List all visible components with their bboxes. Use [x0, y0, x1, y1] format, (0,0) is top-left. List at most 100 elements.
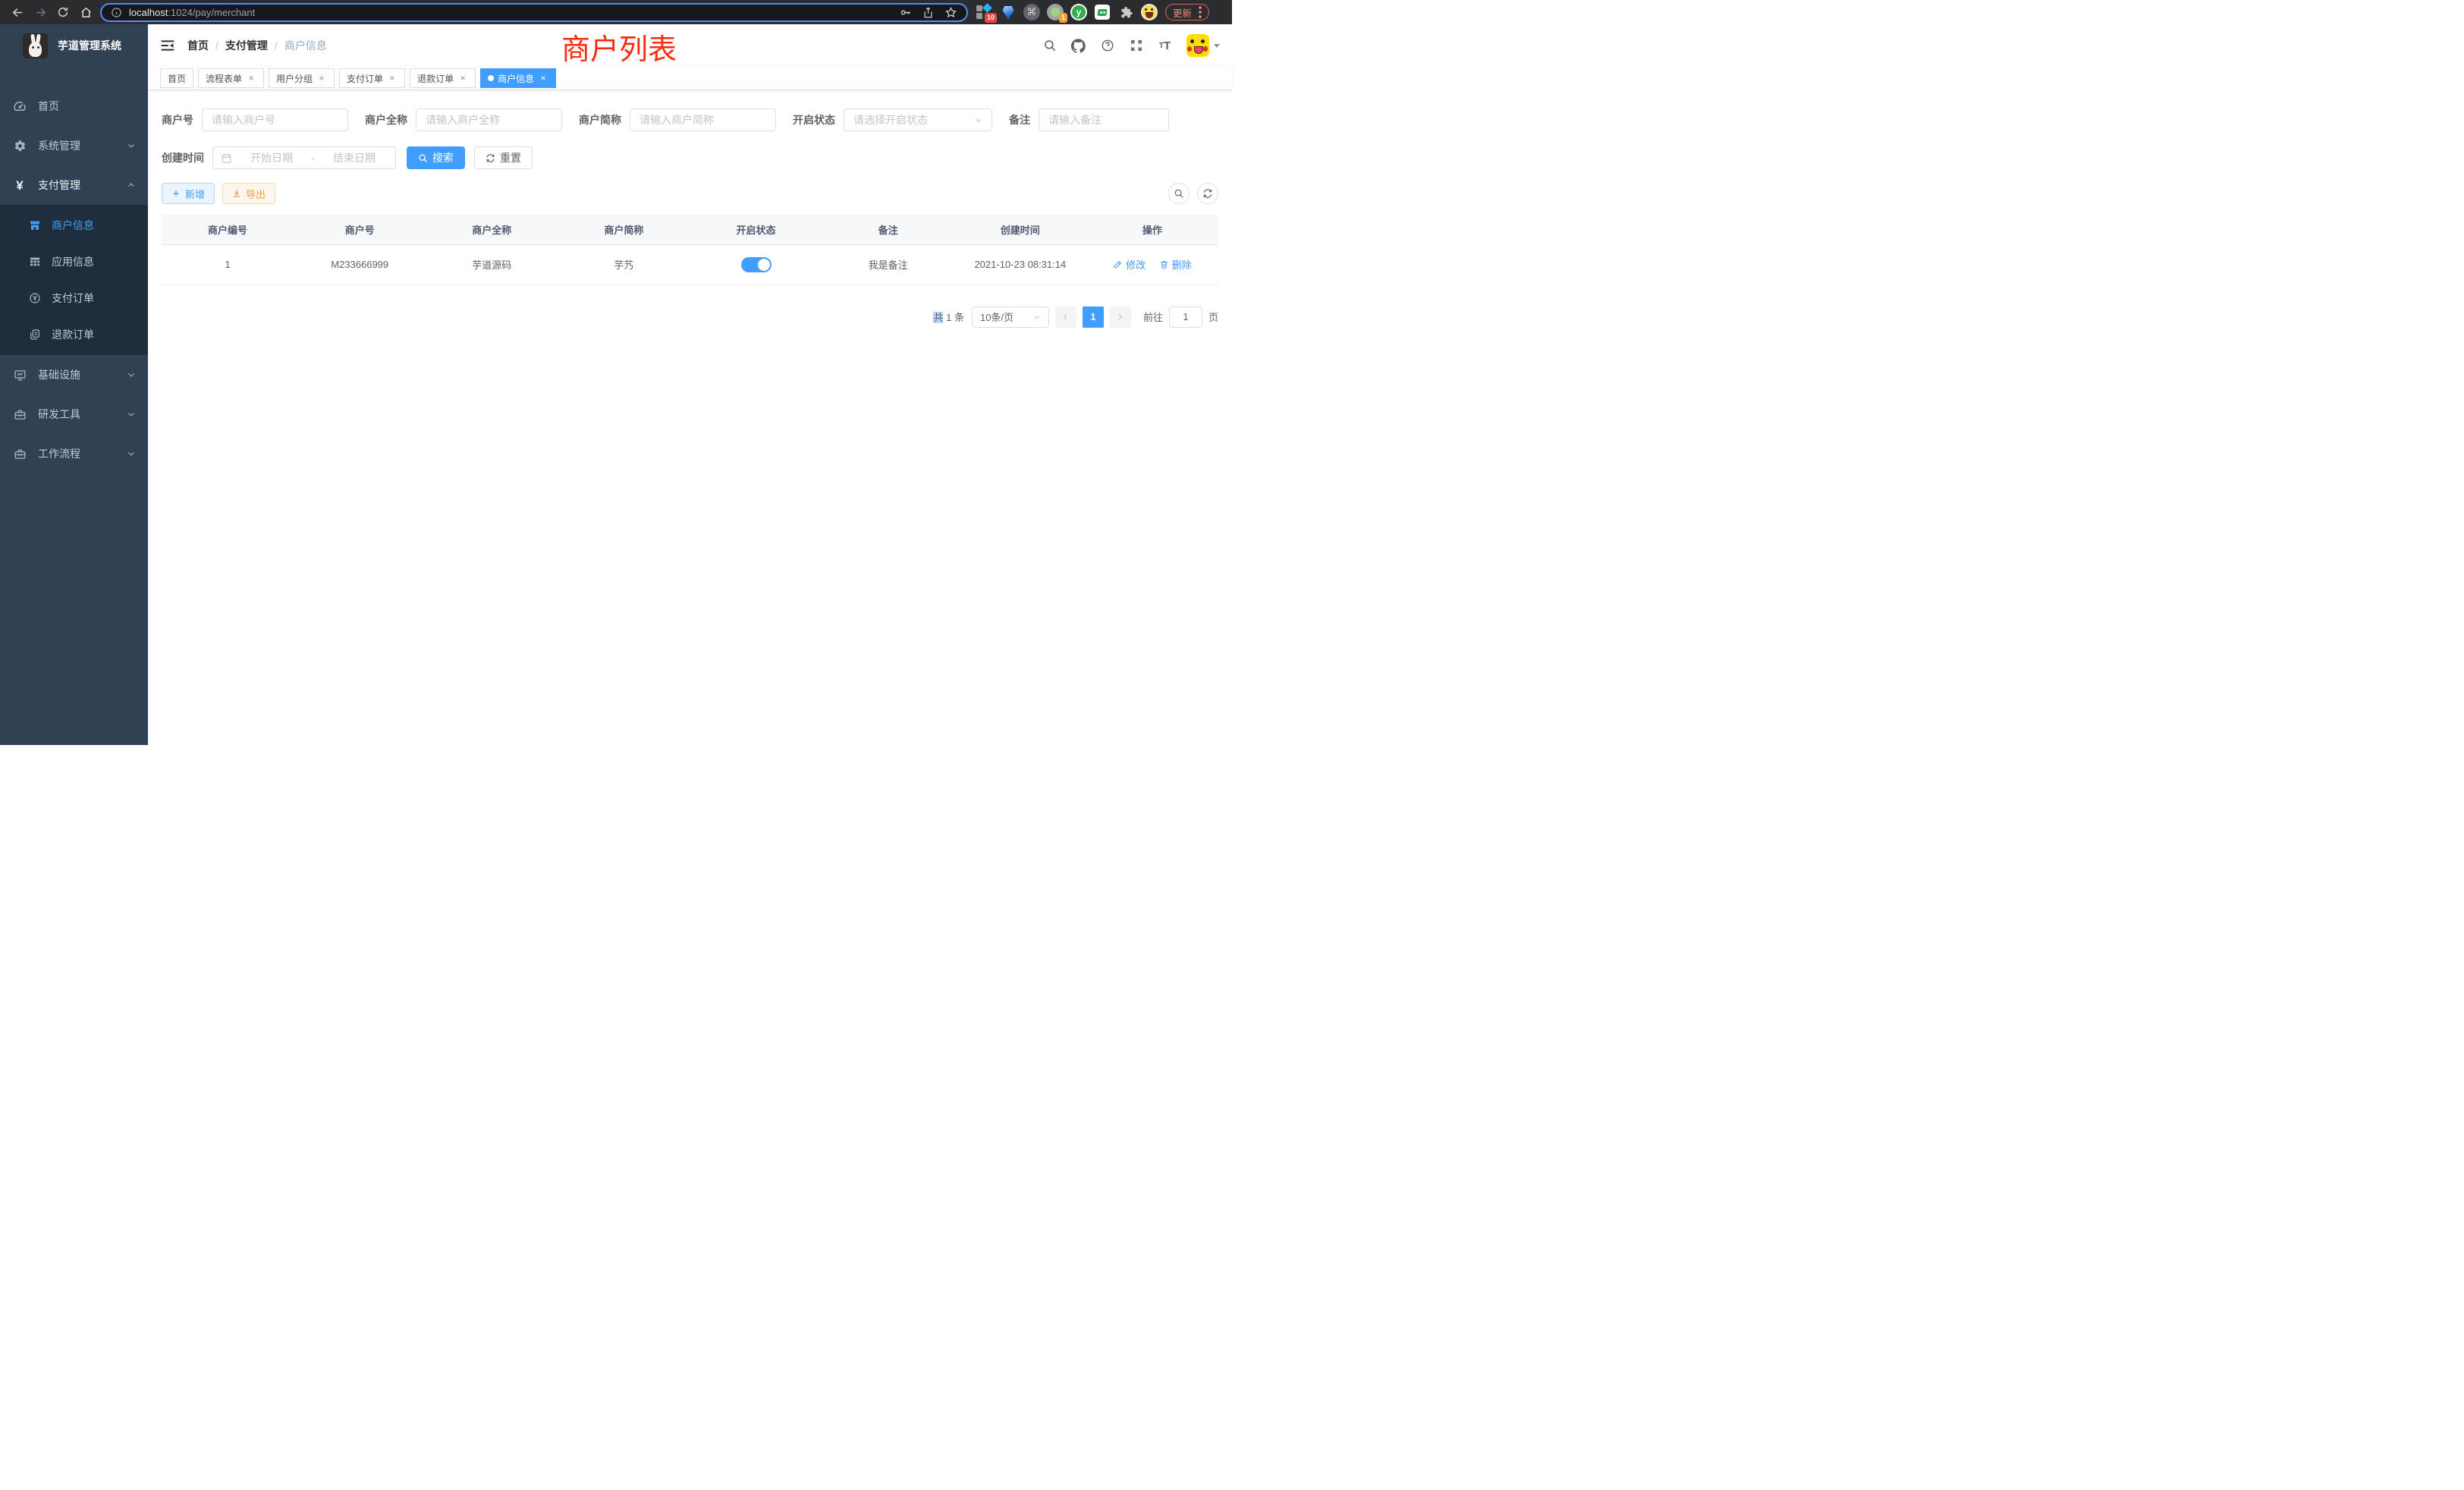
- page-size-select[interactable]: 10条/页: [972, 306, 1049, 328]
- extension-chat-icon[interactable]: [1094, 4, 1111, 20]
- tab-refund-order[interactable]: 退款订单: [410, 68, 476, 88]
- merchant-no-input[interactable]: [202, 108, 348, 131]
- sidebar-collapse-icon[interactable]: [160, 38, 175, 53]
- yen-icon: ¥: [13, 178, 27, 192]
- extensions-puzzle-icon[interactable]: [1117, 4, 1134, 20]
- field-label: 商户号: [162, 112, 193, 127]
- header-search-icon[interactable]: [1042, 39, 1057, 53]
- range-separator: -: [311, 152, 315, 164]
- chevron-down-icon: [127, 370, 136, 379]
- yen-circle-icon: [29, 292, 41, 304]
- prev-page-button[interactable]: [1055, 306, 1076, 328]
- sidebar-item-app-info[interactable]: 应用信息: [0, 244, 148, 280]
- full-name-input[interactable]: [416, 108, 562, 131]
- download-icon: [232, 189, 241, 198]
- cell-merchant-no: 1: [162, 244, 294, 284]
- shop-icon: [29, 219, 41, 231]
- plus-icon: [171, 189, 181, 198]
- extension-command-icon[interactable]: [1023, 4, 1040, 20]
- sidebar-item-pay-order[interactable]: 支付订单: [0, 280, 148, 316]
- toggle-search-button[interactable]: [1168, 183, 1190, 204]
- status-toggle[interactable]: [741, 257, 772, 272]
- page-number-current[interactable]: 1: [1083, 306, 1104, 328]
- sidebar-item-refund-order[interactable]: 退款订单: [0, 316, 148, 353]
- refresh-table-button[interactable]: [1197, 183, 1218, 204]
- user-menu[interactable]: [1186, 34, 1220, 57]
- share-icon[interactable]: [922, 6, 934, 19]
- bookmark-star-icon[interactable]: [944, 6, 957, 19]
- url-host: localhost: [129, 7, 168, 18]
- sidebar-menu: 首页 系统管理 ¥ 支付管理: [0, 86, 148, 473]
- short-name-input[interactable]: [630, 108, 776, 131]
- browser-reload-icon[interactable]: [52, 2, 74, 23]
- tab-process-form[interactable]: 流程表单: [198, 68, 264, 88]
- create-time-range-picker[interactable]: 开始日期 - 结束日期: [212, 146, 396, 169]
- extension-y-icon[interactable]: y: [1070, 4, 1087, 20]
- close-icon[interactable]: [246, 73, 256, 83]
- status-select[interactable]: 请选择开启状态: [844, 108, 992, 131]
- field-label: 商户简称: [579, 112, 621, 127]
- tab-user-group[interactable]: 用户分组: [269, 68, 335, 88]
- sidebar-item-label: 研发工具: [38, 407, 80, 422]
- tab-merchant-info[interactable]: 商户信息: [480, 68, 556, 88]
- browser-toolbar: localhost:1024/pay/merchant 10: [0, 0, 1232, 24]
- browser-forward-icon[interactable]: [29, 2, 52, 23]
- password-key-icon[interactable]: [899, 6, 912, 19]
- extension-grid-icon[interactable]: 10: [976, 4, 993, 20]
- sidebar-item-label: 基础设施: [38, 367, 80, 382]
- extension-recorder-icon[interactable]: 1: [1047, 4, 1064, 20]
- sidebar-item-system[interactable]: 系统管理: [0, 126, 148, 165]
- breadcrumb-home[interactable]: 首页: [187, 38, 209, 53]
- close-icon[interactable]: [316, 73, 327, 83]
- sidebar-item-label: 商户信息: [52, 218, 94, 233]
- sidebar: 芋道管理系统 首页 系统管理: [0, 24, 148, 745]
- goto-page-input[interactable]: [1169, 306, 1202, 328]
- github-icon[interactable]: [1071, 39, 1086, 53]
- field-label: 商户全称: [365, 112, 407, 127]
- sidebar-item-dev-tools[interactable]: 研发工具: [0, 395, 148, 434]
- address-bar[interactable]: localhost:1024/pay/merchant: [100, 3, 968, 22]
- close-icon[interactable]: [538, 73, 548, 83]
- close-icon[interactable]: [387, 73, 398, 83]
- pagination: 共 1 条 10条/页 1 前往: [162, 306, 1218, 328]
- remark-input[interactable]: [1039, 108, 1169, 131]
- field-label: 开启状态: [793, 112, 835, 127]
- sidebar-item-label: 支付订单: [52, 291, 94, 306]
- browser-update-button[interactable]: 更新: [1165, 4, 1209, 20]
- sidebar-item-workflow[interactable]: 工作流程: [0, 434, 148, 473]
- cell-full-name: 芋道源码: [426, 244, 558, 284]
- browser-back-icon[interactable]: [6, 2, 29, 23]
- delete-button[interactable]: 删除: [1159, 257, 1192, 272]
- sidebar-item-payment[interactable]: ¥ 支付管理: [0, 165, 148, 205]
- tab-pay-order[interactable]: 支付订单: [339, 68, 405, 88]
- cell-merchant-id: M233666999: [294, 244, 426, 284]
- logo-avatar: [23, 33, 48, 58]
- font-size-icon[interactable]: TT: [1158, 39, 1172, 53]
- sidebar-item-merchant-info[interactable]: 商户信息: [0, 207, 148, 244]
- sidebar-item-home[interactable]: 首页: [0, 86, 148, 126]
- fullscreen-icon[interactable]: [1129, 39, 1143, 53]
- next-page-button[interactable]: [1110, 306, 1131, 328]
- search-button[interactable]: 搜索: [407, 146, 465, 169]
- sidebar-item-infra[interactable]: 基础设施: [0, 355, 148, 395]
- gear-icon: [13, 139, 27, 152]
- pagination-total: 共 1 条: [933, 310, 964, 324]
- breadcrumb-payment[interactable]: 支付管理: [225, 38, 268, 53]
- kebab-menu-icon: [1199, 6, 1202, 18]
- help-icon[interactable]: [1100, 39, 1114, 53]
- browser-home-icon[interactable]: [74, 2, 97, 23]
- export-button[interactable]: 导出: [222, 183, 275, 204]
- close-icon[interactable]: [457, 73, 468, 83]
- trash-icon: [1159, 259, 1169, 269]
- edit-button[interactable]: 修改: [1113, 257, 1146, 272]
- reset-button[interactable]: 重置: [474, 146, 533, 169]
- tab-home[interactable]: 首页: [160, 68, 193, 88]
- extension-emoji-icon[interactable]: [1141, 4, 1158, 20]
- sidebar-logo[interactable]: 芋道管理系统: [0, 24, 148, 67]
- column-header: 操作: [1086, 215, 1218, 244]
- extension-drop-icon[interactable]: [1000, 4, 1017, 20]
- add-button[interactable]: 新增: [162, 183, 215, 204]
- extension-badge: 10: [985, 13, 997, 23]
- tags-view: 首页 流程表单 用户分组 支付订单 退款订单 商户信息: [148, 67, 1232, 90]
- page-info-icon[interactable]: [111, 7, 122, 18]
